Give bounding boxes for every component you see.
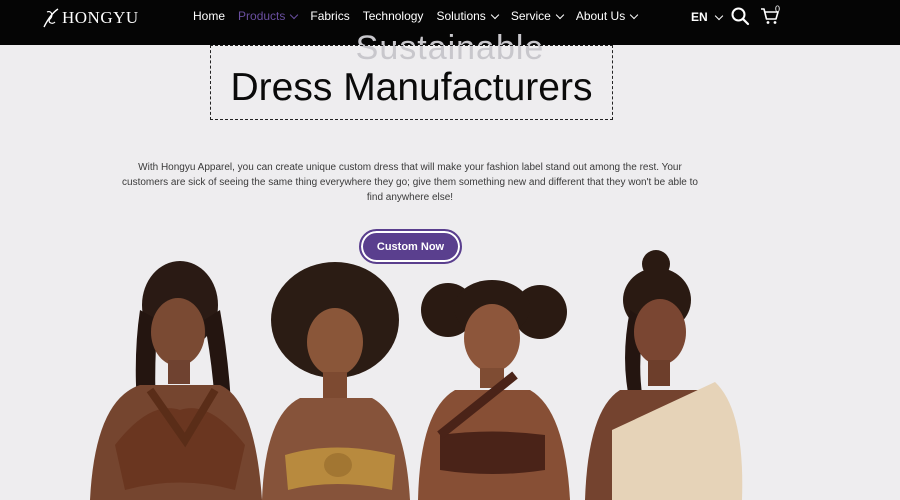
search-icon	[731, 7, 750, 26]
nav-item-label: Products	[238, 9, 286, 23]
nav-item-about-us[interactable]: About Us	[575, 9, 639, 23]
main-menu: Home Products Fabrics Technology Solutio…	[193, 9, 650, 23]
nav-item-technology[interactable]: Technology	[363, 9, 424, 23]
nav-item-label: Service	[510, 9, 551, 23]
search-button[interactable]	[730, 6, 750, 26]
chevron-down-icon	[629, 10, 639, 19]
model-4-figure	[585, 250, 743, 500]
language-label: EN	[691, 10, 708, 24]
nav-item-service[interactable]: Service	[510, 9, 565, 23]
nav-item-solutions[interactable]: Solutions	[436, 9, 500, 23]
nav-item-label: Solutions	[436, 9, 486, 23]
language-selector[interactable]: EN	[691, 10, 723, 24]
model-1-figure	[90, 261, 262, 500]
brand-logo[interactable]: HONGYU	[40, 7, 139, 29]
hero-description: With Hongyu Apparel, you can create uniq…	[122, 162, 698, 203]
nav-item-label: Technology	[362, 9, 424, 23]
nav-item-home[interactable]: Home	[193, 9, 225, 23]
model-3-figure	[418, 280, 570, 500]
chevron-down-icon	[555, 10, 565, 19]
nav-item-label: Fabrics	[310, 9, 350, 23]
nav-item-products[interactable]: Products	[238, 9, 299, 23]
chevron-down-icon	[714, 11, 723, 21]
model-2-figure	[262, 262, 410, 500]
hero-models-photo	[90, 250, 743, 500]
chevron-down-icon	[490, 10, 500, 19]
needle-logo-icon	[43, 8, 59, 28]
nav-item-label: Home	[193, 9, 226, 23]
logo-text: HONGYU	[62, 8, 139, 27]
nav-item-label: About Us	[575, 9, 626, 23]
chevron-down-icon	[290, 10, 299, 19]
cart-count-badge: 0	[775, 4, 781, 14]
nav-item-fabrics[interactable]: Fabrics	[310, 9, 349, 23]
page-title: Dress Manufacturers	[230, 66, 593, 109]
